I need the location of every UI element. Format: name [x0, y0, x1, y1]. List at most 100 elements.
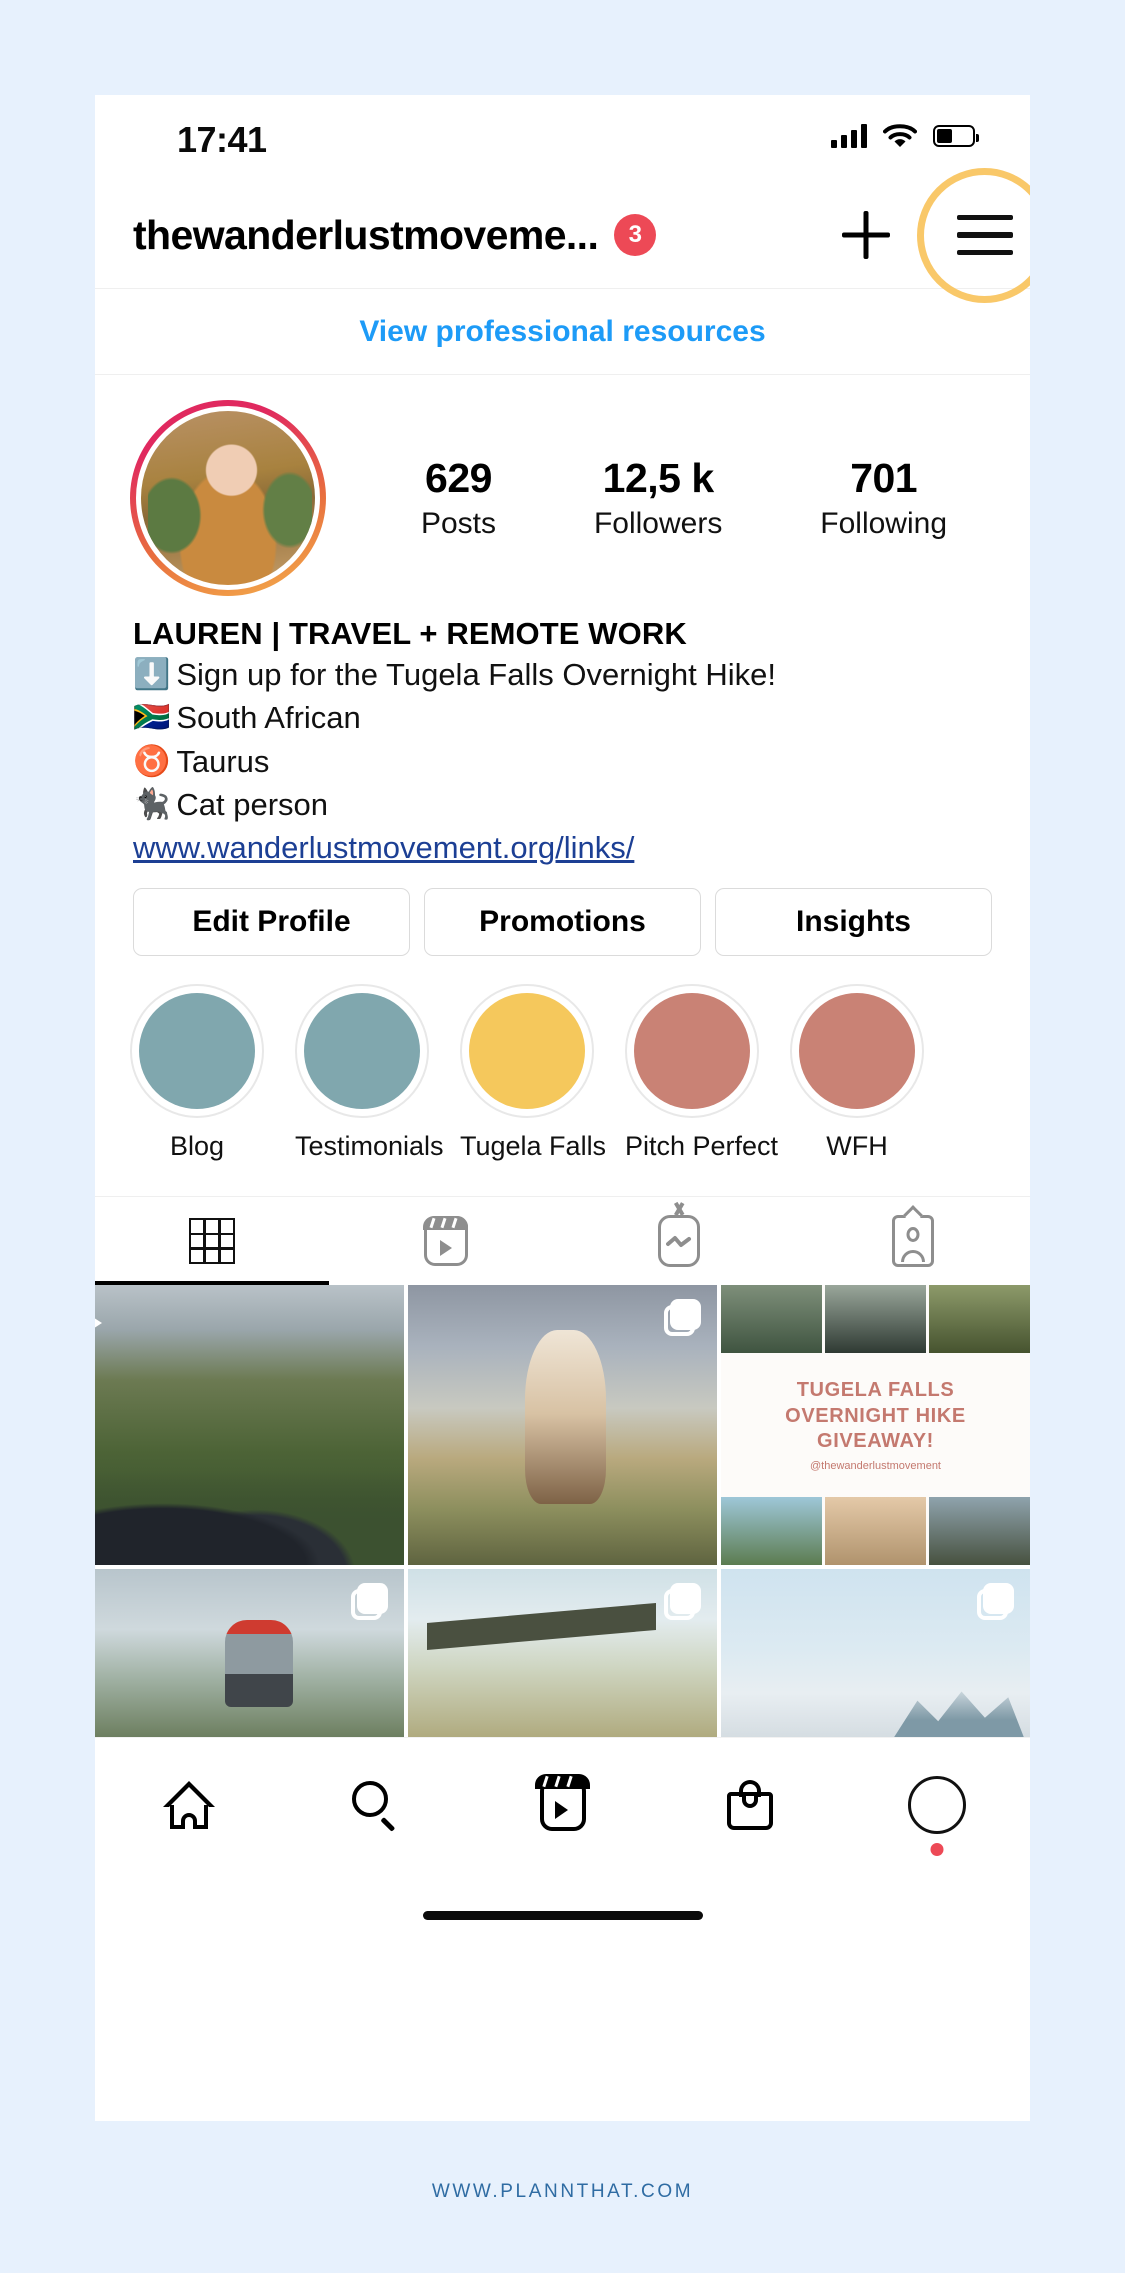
page-root: 17:41 thewanderlustmoveme... 3 View prof… [0, 0, 1125, 2273]
stat-posts-label: Posts [420, 506, 496, 540]
grid-post-woman-on-jeep[interactable] [408, 1285, 717, 1566]
insights-button[interactable]: Insights [715, 888, 992, 957]
view-professional-resources-link[interactable]: View professional resources [359, 315, 765, 349]
nav-profile[interactable] [843, 1775, 1030, 1856]
carousel-icon [350, 1583, 388, 1621]
profile-tabs [95, 1196, 1030, 1286]
bio-line-nationality: 🇿🇦 South African [133, 698, 992, 738]
status-icons [831, 123, 979, 149]
highlight-blog[interactable]: Blog [130, 984, 264, 1162]
home-icon [162, 1780, 215, 1829]
plus-icon[interactable] [827, 196, 905, 274]
footer-watermark: WWW.PLANNTHAT.COM [431, 2181, 694, 2202]
giveaway-bottom-strip [721, 1497, 1030, 1566]
giveaway-top-strip [721, 1285, 1030, 1354]
highlight-tugela-falls-label: Tugela Falls [460, 1131, 607, 1162]
tab-reels[interactable] [329, 1197, 563, 1285]
highlight-tugela-falls-circle [460, 984, 594, 1119]
giveaway-title-line-1: TUGELA FALLS [796, 1379, 955, 1402]
grid-post-sky-mountains[interactable] [721, 1569, 1030, 1738]
wifi-icon [883, 124, 917, 147]
highlight-testimonials-circle [295, 984, 429, 1119]
app-bar: thewanderlustmoveme... 3 [95, 167, 1030, 303]
story-highlights[interactable]: Blog Testimonials Tugela Falls Pitch Per… [95, 956, 1030, 1162]
profile-avatar-icon [907, 1775, 966, 1834]
profile-header: 629 Posts 12,5 k Followers 701 Following [95, 375, 1030, 596]
stat-following-label: Following [820, 506, 948, 540]
highlight-testimonials-label: Testimonials [295, 1131, 444, 1162]
giveaway-title-line-3: GIVEAWAY! [817, 1429, 934, 1452]
photo-grid: TUGELA FALLS OVERNIGHT HIKE GIVEAWAY! @t… [95, 1285, 1030, 1738]
grid-post-canyon-viewpoint[interactable] [95, 1285, 404, 1566]
battery-icon [933, 125, 979, 147]
reels-icon [423, 1215, 469, 1267]
taurus-icon: ♉ [133, 744, 171, 778]
shop-bag-icon [726, 1779, 773, 1830]
giveaway-title-line-2: OVERNIGHT HIKE [785, 1404, 966, 1427]
stat-posts-value: 629 [425, 455, 492, 502]
stat-posts[interactable]: 629 Posts [421, 455, 496, 540]
nav-home[interactable] [95, 1780, 282, 1829]
grid-post-hiker-backpack[interactable] [95, 1569, 404, 1738]
profile-stats: 629 Posts 12,5 k Followers 701 Following [326, 455, 1030, 540]
bio-line-cat-text: Cat person [176, 786, 328, 822]
south-africa-flag-icon: 🇿🇦 [133, 701, 171, 735]
highlight-testimonials[interactable]: Testimonials [295, 984, 444, 1162]
highlight-pitch-perfect[interactable]: Pitch Perfect [625, 984, 779, 1162]
stat-followers-value: 12,5 k [602, 455, 715, 502]
edit-profile-button[interactable]: Edit Profile [133, 888, 410, 957]
carousel-icon [663, 1583, 701, 1621]
bio-line-signup: ⬇️ Sign up for the Tugela Falls Overnigh… [133, 655, 992, 695]
down-arrow-icon: ⬇️ [133, 658, 171, 691]
highlight-pitch-perfect-label: Pitch Perfect [625, 1131, 779, 1162]
igtv-icon [658, 1202, 701, 1268]
highlight-tugela-falls[interactable]: Tugela Falls [460, 984, 607, 1162]
profile-username[interactable]: thewanderlustmoveme... [133, 212, 598, 259]
bio-website-link[interactable]: www.wanderlustmovement.org/links/ [133, 830, 992, 866]
bio-line-starsign-text: Taurus [176, 743, 270, 779]
cat-icon: 🐈‍⬛ [133, 787, 171, 821]
carousel-icon [976, 1583, 1014, 1621]
giveaway-handle: @thewanderlustmovement [809, 1459, 941, 1472]
cellular-signal-icon [831, 124, 867, 148]
highlight-wfh-label: WFH [826, 1131, 888, 1162]
bio-line-cat: 🐈‍⬛ Cat person [133, 785, 992, 825]
profile-bio: LAUREN | TRAVEL + REMOTE WORK ⬇️ Sign up… [95, 596, 1030, 866]
avatar[interactable] [141, 411, 315, 585]
avatar-inner [136, 406, 320, 590]
phone-screen: 17:41 thewanderlustmoveme... 3 View prof… [95, 95, 1030, 2121]
promotions-button[interactable]: Promotions [424, 888, 701, 957]
stat-following[interactable]: 701 Following [820, 455, 947, 540]
tab-tagged[interactable] [796, 1197, 1030, 1285]
carousel-icon [663, 1299, 701, 1337]
reels-icon [535, 1774, 590, 1831]
highlight-pitch-perfect-circle [625, 984, 759, 1119]
tagged-icon [892, 1205, 935, 1268]
footer: WWW.PLANNTHAT.COM [0, 2181, 1125, 2203]
stat-followers[interactable]: 12,5 k Followers [594, 455, 722, 540]
bio-line-starsign: ♉ Taurus [133, 742, 992, 782]
notification-badge[interactable]: 3 [614, 214, 657, 256]
nav-reels[interactable] [469, 1774, 656, 1831]
stat-following-value: 701 [850, 455, 918, 502]
bio-line-nationality-text: South African [176, 700, 361, 736]
bottom-navigation [95, 1737, 1030, 1872]
nav-search[interactable] [282, 1780, 469, 1832]
giveaway-text-block: TUGELA FALLS OVERNIGHT HIKE GIVEAWAY! @t… [721, 1353, 1030, 1497]
tab-igtv[interactable] [563, 1197, 797, 1285]
home-indicator[interactable] [422, 1910, 703, 1920]
grid-post-woman-under-shelter[interactable] [408, 1569, 717, 1738]
profile-action-buttons: Edit Profile Promotions Insights [95, 866, 1030, 957]
stat-followers-label: Followers [593, 506, 723, 540]
nav-shop[interactable] [656, 1779, 843, 1830]
tab-grid[interactable] [95, 1197, 329, 1286]
highlight-blog-circle [130, 984, 264, 1119]
avatar-story-ring[interactable] [130, 400, 326, 596]
bio-line-signup-text: Sign up for the Tugela Falls Overnight H… [176, 657, 777, 692]
status-time: 17:41 [177, 119, 267, 160]
grid-post-giveaway-graphic[interactable]: TUGELA FALLS OVERNIGHT HIKE GIVEAWAY! @t… [721, 1285, 1030, 1566]
highlight-wfh-circle [790, 984, 924, 1119]
hamburger-menu-icon[interactable] [917, 167, 1030, 303]
search-icon [351, 1780, 400, 1832]
highlight-wfh[interactable]: WFH [790, 984, 924, 1162]
